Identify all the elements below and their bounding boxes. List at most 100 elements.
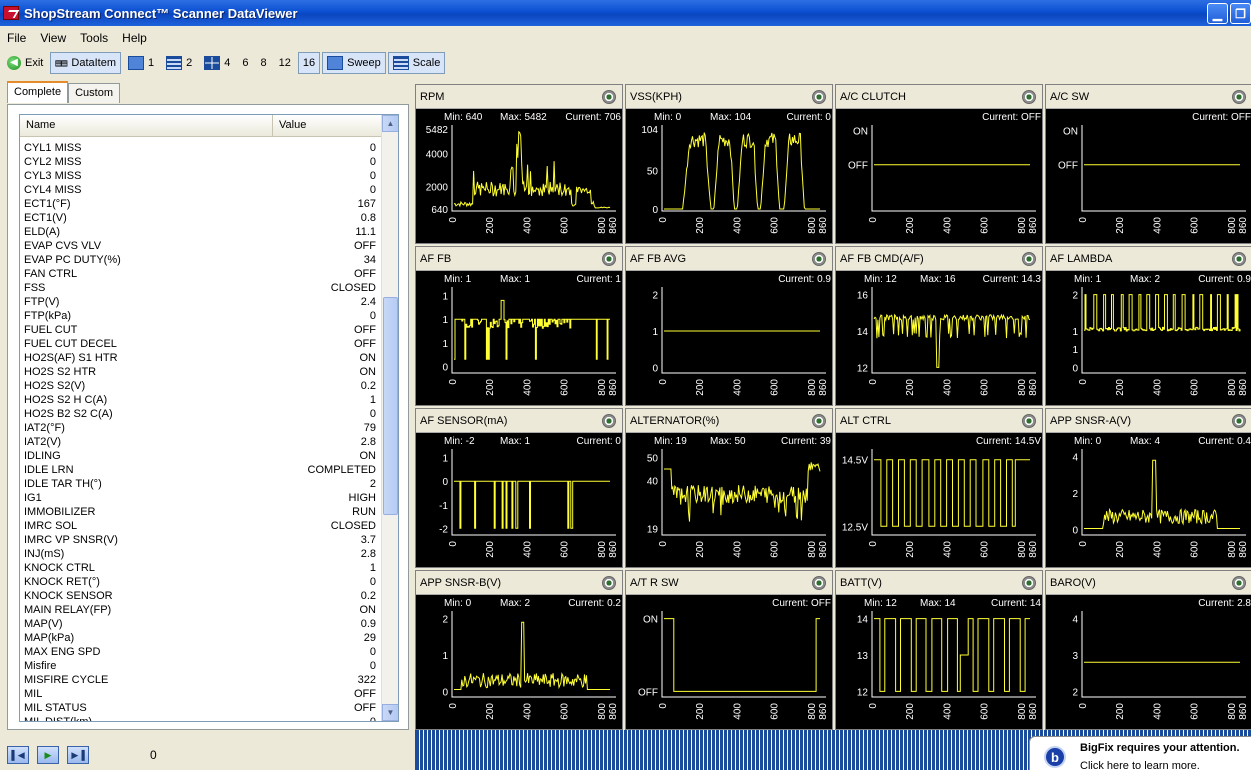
chart-panel[interactable]: APP SNSR-B(V) Min: 0 Max: 2 Current: 0.2 2 1 0… [415, 570, 623, 730]
list-item[interactable]: EVAP PC DUTY(%) 34 [20, 253, 382, 267]
list-item[interactable]: MAX ENG SPD 0 [20, 645, 382, 659]
chart-options-icon[interactable] [602, 252, 616, 266]
chart-options-icon[interactable] [812, 576, 826, 590]
list-item[interactable]: FUEL CUT DECEL OFF [20, 337, 382, 351]
forward-icon[interactable]: ▶▐ [67, 746, 89, 764]
list-item[interactable]: HO2S(AF) S1 HTR ON [20, 351, 382, 365]
list-item[interactable]: MIL DIST(km) 0 [20, 715, 382, 721]
chart-panel[interactable]: AF LAMBDA Min: 1 Max: 2 Current: 0.9 2 1 1 0 0 20… [1045, 246, 1251, 406]
list-item[interactable]: KNOCK RET(°) 0 [20, 575, 382, 589]
layout-8-button[interactable]: 8 [256, 52, 1251, 770]
layout-1-button[interactable]: 1 [123, 52, 159, 74]
chart-panel[interactable]: A/C CLUTCH Current: OFF ON OFF 0 200 400 600 800… [835, 84, 1043, 244]
list-item[interactable]: ECT1(°F) 167 [20, 197, 382, 211]
list-item[interactable]: CYL1 MISS 0 [20, 141, 382, 155]
chart-options-icon[interactable] [602, 90, 616, 104]
scroll-down-icon[interactable]: ▼ [382, 704, 398, 721]
list-item[interactable]: EVAP CVS VLV OFF [20, 239, 382, 253]
list-item[interactable]: IAT2(°F) 79 [20, 421, 382, 435]
exit-button[interactable]: ◀ Exit [2, 52, 48, 74]
layout-6-button[interactable]: 6 [237, 52, 1251, 770]
chart-options-icon[interactable] [812, 252, 826, 266]
chart-options-icon[interactable] [1022, 90, 1036, 104]
list-item[interactable]: FSS CLOSED [20, 281, 382, 295]
chart-panel[interactable]: APP SNSR-A(V) Min: 0 Max: 4 Current: 0.4 4 2 0… [1045, 408, 1251, 568]
list-item[interactable]: IG1 HIGH [20, 491, 382, 505]
list-scrollbar[interactable]: ▲ ▼ [381, 115, 398, 721]
chart-options-icon[interactable] [1232, 414, 1246, 428]
chart-panel[interactable]: AF FB CMD(A/F) Min: 12 Max: 16 Current: 14.… [835, 246, 1043, 406]
list-item[interactable]: CYL2 MISS 0 [20, 155, 382, 169]
layout-2-button[interactable]: 2 [161, 52, 197, 74]
minimize-button[interactable]: ▁ [1207, 3, 1228, 24]
list-item[interactable]: ELD(A) 11.1 [20, 225, 382, 239]
list-item[interactable]: INJ(mS) 2.8 [20, 547, 382, 561]
chart-panel[interactable]: ALTERNATOR(%) Min: 19 Max: 50 Current: 39 50… [625, 408, 833, 568]
chart-panel[interactable]: BATT(V) Min: 12 Max: 14 Current: 14 14 13 12 0 2… [835, 570, 1043, 730]
chart-options-icon[interactable] [602, 576, 616, 590]
list-item[interactable]: MISFIRE CYCLE 322 [20, 673, 382, 687]
tab-complete[interactable]: Complete [7, 81, 69, 103]
list-item[interactable]: HO2S S2 HTR ON [20, 365, 382, 379]
chart-options-icon[interactable] [1022, 414, 1036, 428]
chart-panel[interactable]: AF FB Min: 1 Max: 1 Current: 1 1 1 1 0 0 200 400 60… [415, 246, 623, 406]
chart-options-icon[interactable] [812, 90, 826, 104]
menu-view[interactable]: View [33, 31, 73, 45]
chart-panel[interactable]: BARO(V) Current: 2.8 4 3 2 0 200 400 600 800 860 [1045, 570, 1251, 730]
list-item[interactable]: FAN CTRL OFF [20, 267, 382, 281]
notification-link[interactable]: Click here to learn more. [1080, 760, 1200, 770]
chart-panel[interactable]: A/C SW Current: OFF ON OFF 0 200 400 600 800 860 [1045, 84, 1251, 244]
chart-options-icon[interactable] [602, 414, 616, 428]
layout-4-button[interactable]: 4 [199, 52, 235, 74]
menu-help[interactable]: Help [115, 31, 154, 45]
chart-panel[interactable]: AF SENSOR(mA) Min: -2 Max: 1 Current: 0 1 0 -1… [415, 408, 623, 568]
list-item[interactable]: IMRC VP SNSR(V) 3.7 [20, 533, 382, 547]
menu-tools[interactable]: Tools [73, 31, 115, 45]
list-item[interactable]: ECT1(V) 0.8 [20, 211, 382, 225]
sweep-button[interactable]: Sweep [322, 52, 386, 74]
list-item[interactable]: IMRC SOL CLOSED [20, 519, 382, 533]
scroll-thumb[interactable] [383, 297, 398, 515]
list-item[interactable]: IMMOBILIZER RUN [20, 505, 382, 519]
list-item[interactable]: Misfire 0 [20, 659, 382, 673]
bigfix-notification[interactable]: b BigFix requires your attention. Click … [1029, 736, 1251, 770]
list-item[interactable]: IDLE TAR TH(°) 2 [20, 477, 382, 491]
list-item[interactable]: MIL OFF [20, 687, 382, 701]
scroll-up-icon[interactable]: ▲ [382, 115, 398, 132]
chart-panel[interactable]: ALT CTRL Current: 14.5V 14.5V 12.5V 0 200 400 6… [835, 408, 1043, 568]
list-item[interactable]: MAP(kPa) 29 [20, 631, 382, 645]
chart-options-icon[interactable] [1022, 576, 1036, 590]
column-header-name[interactable]: Name [20, 115, 273, 136]
list-item[interactable]: HO2S S2 H C(A) 1 [20, 393, 382, 407]
layout-12-button[interactable]: 12 [274, 52, 1251, 770]
list-item[interactable]: MIL STATUS OFF [20, 701, 382, 715]
chart-options-icon[interactable] [1232, 252, 1246, 266]
chart-options-icon[interactable] [812, 414, 826, 428]
list-item[interactable]: MAP(V) 0.9 [20, 617, 382, 631]
play-icon[interactable]: ▶ [37, 746, 59, 764]
layout-16-button[interactable]: 16 [297, 52, 1251, 770]
list-item[interactable]: MAIN RELAY(FP) ON [20, 603, 382, 617]
rewind-icon[interactable]: ▌◀ [7, 746, 29, 764]
list-item[interactable]: HO2S B2 S2 C(A) 0 [20, 407, 382, 421]
tab-custom[interactable]: Custom [68, 83, 120, 103]
dataitem-button[interactable]: ▤▤ DataItem [50, 52, 122, 74]
chart-options-icon[interactable] [1232, 90, 1246, 104]
chart-panel[interactable]: A/T R SW Current: OFF ON OFF 0 200 400 600 800 86… [625, 570, 833, 730]
list-item[interactable]: IDLING ON [20, 449, 382, 463]
chart-options-icon[interactable] [1022, 252, 1036, 266]
scale-button[interactable]: Scale [387, 52, 446, 74]
list-item[interactable]: IDLE LRN COMPLETED [20, 463, 382, 477]
list-item[interactable]: CYL4 MISS 0 [20, 183, 382, 197]
list-item[interactable]: FTP(kPa) 0 [20, 309, 382, 323]
list-item[interactable]: CYL3 MISS 0 [20, 169, 382, 183]
list-item[interactable]: HO2S S2(V) 0.2 [20, 379, 382, 393]
list-item[interactable]: KNOCK CTRL 1 [20, 561, 382, 575]
column-header-value[interactable]: Value [273, 115, 312, 136]
chart-panel[interactable]: AF FB AVG Current: 0.9 2 1 0 0 200 400 600 800 860 [625, 246, 833, 406]
list-item[interactable]: IAT2(V) 2.8 [20, 435, 382, 449]
list-item[interactable]: KNOCK SENSOR 0.2 [20, 589, 382, 603]
chart-options-icon[interactable] [1232, 576, 1246, 590]
list-item[interactable]: FUEL CUT OFF [20, 323, 382, 337]
chart-panel[interactable]: VSS(KPH) Min: 0 Max: 104 Current: 0 104 50 0 0 2… [625, 84, 833, 244]
